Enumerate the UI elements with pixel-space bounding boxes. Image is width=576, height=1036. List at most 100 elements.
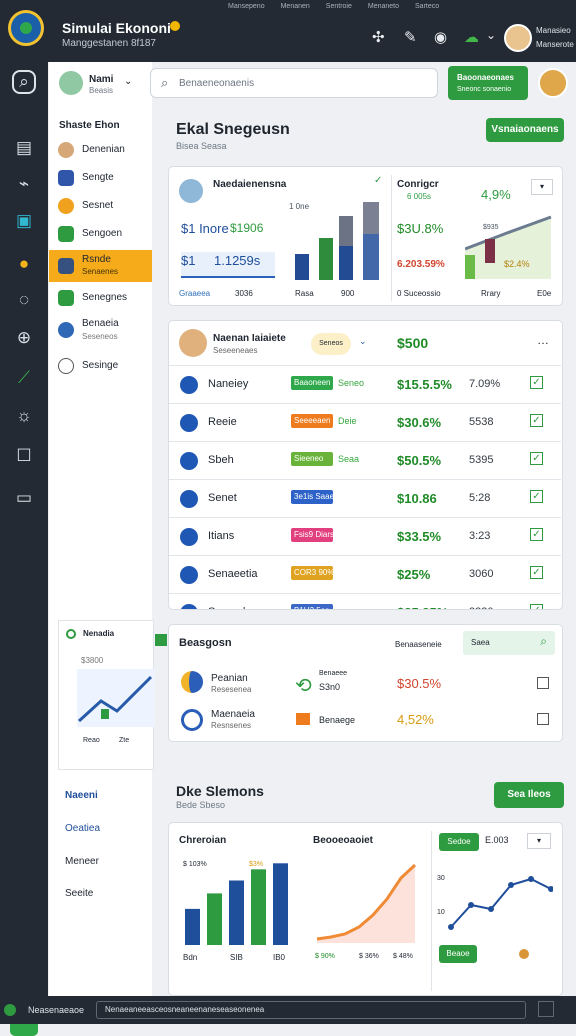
row-checkbox[interactable]: ✓ bbox=[530, 490, 543, 503]
brain-icon[interactable]: ☼ bbox=[12, 404, 36, 428]
total-value: $500 bbox=[397, 335, 429, 351]
top-link[interactable]: Sentroie bbox=[326, 3, 352, 10]
avatar[interactable] bbox=[538, 68, 568, 98]
chart-subtitle: E.003 bbox=[485, 835, 509, 845]
header-action-button[interactable]: Baoonaeonaes Sneonc sonaenio bbox=[448, 66, 528, 100]
sidebar-item-label: Sesinge bbox=[82, 360, 119, 371]
row-checkbox[interactable]: ✓ bbox=[530, 528, 543, 541]
sidebar-lower-title[interactable]: Naeeni bbox=[65, 790, 98, 801]
card-rate: 4,9% bbox=[481, 187, 511, 202]
menu-button[interactable]: ▾ bbox=[531, 179, 553, 195]
user-info: Manasieo Manserote bbox=[536, 24, 574, 52]
section-button[interactable]: Sea Ileos bbox=[494, 782, 564, 808]
row-sub: Resesenea bbox=[211, 685, 252, 694]
globe-icon[interactable]: ⊕ bbox=[12, 326, 36, 350]
chart-button[interactable]: Beaoe bbox=[439, 945, 477, 963]
row-checkbox[interactable]: ✓ bbox=[530, 414, 543, 427]
user-avatar[interactable] bbox=[59, 71, 83, 95]
card-footer: 0 Suceossio bbox=[397, 289, 441, 298]
card-value: $1 bbox=[181, 253, 196, 268]
sidebar-item-senegnes[interactable]: Senegnes bbox=[49, 282, 152, 314]
row-tag-text: Seneo bbox=[338, 378, 365, 388]
chevron-down-icon[interactable]: ⌄ bbox=[359, 336, 367, 347]
footer-menu-button[interactable] bbox=[538, 1001, 554, 1017]
row-item: Benaeee bbox=[319, 670, 348, 677]
message-icon[interactable]: ☐ bbox=[12, 444, 36, 468]
sidebar-item-sengoen[interactable]: Sengoen bbox=[49, 218, 152, 250]
table-row[interactable]: Senacdo B1U3 5ea $25.25% 3320 ✓ bbox=[169, 593, 561, 609]
row-checkbox[interactable]: ✓ bbox=[530, 566, 543, 579]
row-tag-text: Deie bbox=[338, 416, 357, 426]
gift-icon[interactable]: ▣ bbox=[12, 209, 36, 233]
footer-label: Neasenaeaoe bbox=[28, 1005, 85, 1015]
chat-icon[interactable]: ◌ bbox=[12, 288, 36, 312]
tools-icon[interactable]: ✣ bbox=[372, 28, 385, 46]
row-checkbox[interactable]: ✓ bbox=[530, 376, 543, 389]
table-row[interactable]: Senaeetia COR3 90% $25% 3060 ✓ bbox=[169, 555, 561, 593]
table-row[interactable]: Senet 3e1is Saae $10.86 5:28 ✓ bbox=[169, 479, 561, 517]
plus-icon bbox=[155, 634, 167, 646]
sidebar-item-benaeia[interactable]: Benaeia Seseneos bbox=[49, 314, 152, 346]
calendar-icon[interactable]: ▤ bbox=[12, 136, 36, 160]
sidebar-item-sesinge[interactable]: Sesinge bbox=[49, 350, 152, 382]
table-row[interactable]: Sbeh Seaa Sieeneo $50.5% 5395 ✓ bbox=[169, 441, 561, 479]
table-row[interactable]: Naneiey Seneo Baaoneen $15.5.5% 7.09% ✓ bbox=[169, 365, 561, 403]
card-footer: E0e bbox=[537, 289, 552, 298]
sidebar-lower-item[interactable]: Seeite bbox=[65, 888, 93, 899]
table-row[interactable]: Itians Fsis9 Diars $33.5% 3:23 ✓ bbox=[169, 517, 561, 555]
bar-chart bbox=[185, 863, 288, 945]
sidebar-lower-item[interactable]: Meneer bbox=[65, 856, 99, 867]
edit-icon[interactable]: ✎ bbox=[404, 28, 417, 46]
widget-line-chart bbox=[77, 669, 155, 727]
sidebar-item-rsnde[interactable]: Rsnde Senaenes bbox=[49, 250, 152, 282]
row-checkbox[interactable]: ✓ bbox=[530, 452, 543, 465]
table-row[interactable]: Reeie Deie Seeeeaen $30.6% 5538 ✓ bbox=[169, 403, 561, 441]
status-dot-icon bbox=[519, 949, 529, 959]
link-icon[interactable]: ⌁ bbox=[12, 172, 36, 196]
chart-title: Chreroian bbox=[179, 835, 227, 846]
monitor-icon[interactable]: ▭ bbox=[12, 486, 36, 510]
page-title: Ekal Snegeusn bbox=[176, 121, 290, 138]
status-badge[interactable]: Seneos bbox=[311, 333, 351, 355]
chart-tag-button[interactable]: Sedoe bbox=[439, 833, 479, 851]
home-icon[interactable]: ⌕ bbox=[12, 70, 36, 94]
top-link[interactable]: Mansepeno bbox=[228, 3, 265, 10]
tick-label: SIB bbox=[230, 953, 243, 962]
user-icon bbox=[58, 142, 74, 158]
card-footer: Graaeea bbox=[179, 289, 211, 298]
search-input[interactable]: ⌕ Benaeneonaenis bbox=[150, 68, 438, 98]
page-action-button[interactable]: Vsnaiaonaens bbox=[486, 118, 564, 142]
checkbox[interactable] bbox=[537, 713, 549, 725]
row-name: Peanian bbox=[211, 673, 248, 684]
avatar[interactable] bbox=[504, 24, 532, 52]
top-link[interactable]: Menaneto bbox=[368, 3, 399, 10]
checkbox[interactable] bbox=[537, 677, 549, 689]
top-link[interactable]: Menanen bbox=[281, 3, 310, 10]
row-value: $30.5% bbox=[397, 676, 442, 691]
chart-bar bbox=[207, 893, 222, 945]
row-number: 5:28 bbox=[469, 492, 491, 504]
chart-bar bbox=[339, 216, 353, 246]
sidebar-item-sub: Senaenes bbox=[82, 267, 119, 276]
chart-icon[interactable]: ⟋ bbox=[12, 366, 36, 390]
footer-input[interactable]: Nenaeaneeasceosneaneenaneseaseonenea bbox=[96, 1001, 526, 1019]
line-point bbox=[488, 906, 494, 912]
menu-button[interactable]: ▾ bbox=[527, 833, 551, 849]
search-label: Saea bbox=[471, 638, 490, 647]
tick-label: Bdn bbox=[183, 953, 198, 962]
chevron-down-icon[interactable]: ⌄ bbox=[486, 28, 496, 42]
mini-bar-chart bbox=[295, 202, 379, 280]
sidebar-lower-item[interactable]: Oeatiea bbox=[65, 823, 100, 834]
camera-icon[interactable]: ◉ bbox=[434, 28, 447, 46]
row-name: Maenaeia bbox=[211, 709, 255, 720]
top-link[interactable]: Sarteco bbox=[415, 3, 439, 10]
user-name: Manasieo bbox=[536, 26, 571, 35]
chevron-down-icon[interactable]: ⌄ bbox=[124, 76, 132, 87]
cloud-icon[interactable]: ☁ bbox=[464, 28, 479, 46]
more-icon[interactable]: … bbox=[537, 333, 549, 347]
search-input[interactable]: Saea ⌕ bbox=[463, 631, 555, 655]
app-icon bbox=[180, 452, 198, 470]
row-checkbox[interactable]: ✓ bbox=[530, 604, 543, 609]
lightbulb-icon[interactable]: ● bbox=[12, 252, 36, 276]
row-name: Naneiey bbox=[208, 378, 249, 390]
